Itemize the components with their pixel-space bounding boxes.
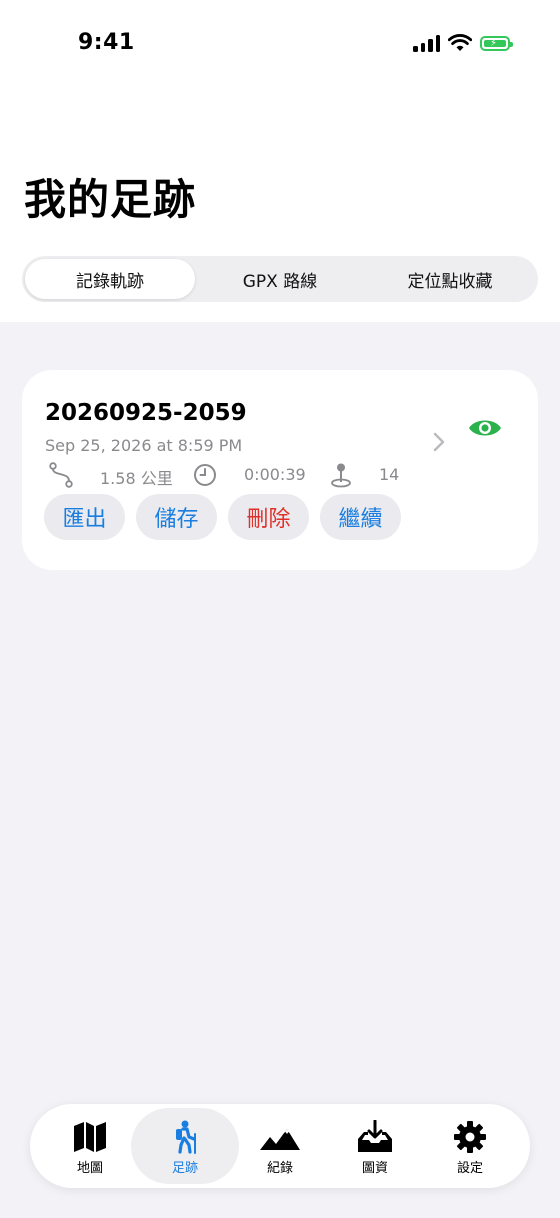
tab-map-data[interactable]: 圖資	[321, 1108, 429, 1184]
distance-value: 1.58 公里	[100, 469, 173, 488]
point-count-value: 14	[379, 465, 400, 484]
tab-map-data-label: 圖資	[361, 1161, 388, 1176]
segment-saved-locations[interactable]: 定位點收藏	[365, 259, 535, 299]
track-actions: 匯出 儲存 刪除 繼續	[44, 494, 401, 540]
tab-map-label: 地圖	[76, 1161, 103, 1176]
mountains-icon	[260, 1129, 300, 1150]
tab-settings[interactable]: 設定	[416, 1108, 524, 1184]
wifi-icon	[448, 34, 472, 51]
export-button[interactable]: 匯出	[44, 494, 125, 540]
segment-recorded-tracks[interactable]: 記錄軌跡	[25, 259, 195, 299]
segmented-control: 記錄軌跡 GPX 路線 定位點收藏	[22, 256, 538, 302]
save-button[interactable]: 儲存	[136, 494, 217, 540]
pin-icon	[331, 463, 351, 488]
tab-map[interactable]: 地圖	[36, 1108, 144, 1184]
tab-footprints[interactable]: 足跡	[131, 1108, 239, 1184]
route-icon	[49, 462, 73, 488]
track-date: Sep 25, 2026 at 8:59 PM	[45, 436, 243, 455]
tab-settings-label: 設定	[456, 1161, 483, 1176]
chevron-right-icon[interactable]	[425, 428, 453, 456]
clock-icon	[194, 464, 216, 486]
segment-gpx-routes[interactable]: GPX 路線	[195, 259, 365, 299]
duration-value: 0:00:39	[244, 465, 306, 484]
track-name: 20260925-2059	[45, 400, 247, 426]
delete-button[interactable]: 刪除	[228, 494, 309, 540]
gear-icon	[454, 1121, 486, 1153]
cellular-signal-icon	[413, 34, 440, 52]
header-area: 9:41 ⚡ 我的足跡 記錄軌跡 GPX 路線 定位點收藏	[0, 0, 560, 322]
track-stats: 1.58 公里 0:00:39 14	[45, 462, 425, 488]
map-icon	[74, 1122, 106, 1152]
eye-icon[interactable]	[468, 417, 502, 439]
tab-bar: 地圖 足跡 紀錄 圖資 設定	[30, 1104, 530, 1188]
page-title: 我的足跡	[24, 175, 197, 224]
track-card[interactable]: 20260925-2059 Sep 25, 2026 at 8:59 PM 1.…	[22, 370, 538, 570]
hiker-icon	[176, 1120, 196, 1154]
continue-button[interactable]: 繼續	[320, 494, 401, 540]
battery-icon: ⚡	[480, 35, 513, 51]
download-tray-icon	[358, 1120, 392, 1152]
status-icons: ⚡	[413, 34, 513, 52]
tab-records-label: 紀錄	[266, 1161, 293, 1176]
tab-records[interactable]: 紀錄	[226, 1108, 334, 1184]
tab-footprints-label: 足跡	[171, 1161, 198, 1176]
status-time: 9:41	[78, 30, 135, 55]
